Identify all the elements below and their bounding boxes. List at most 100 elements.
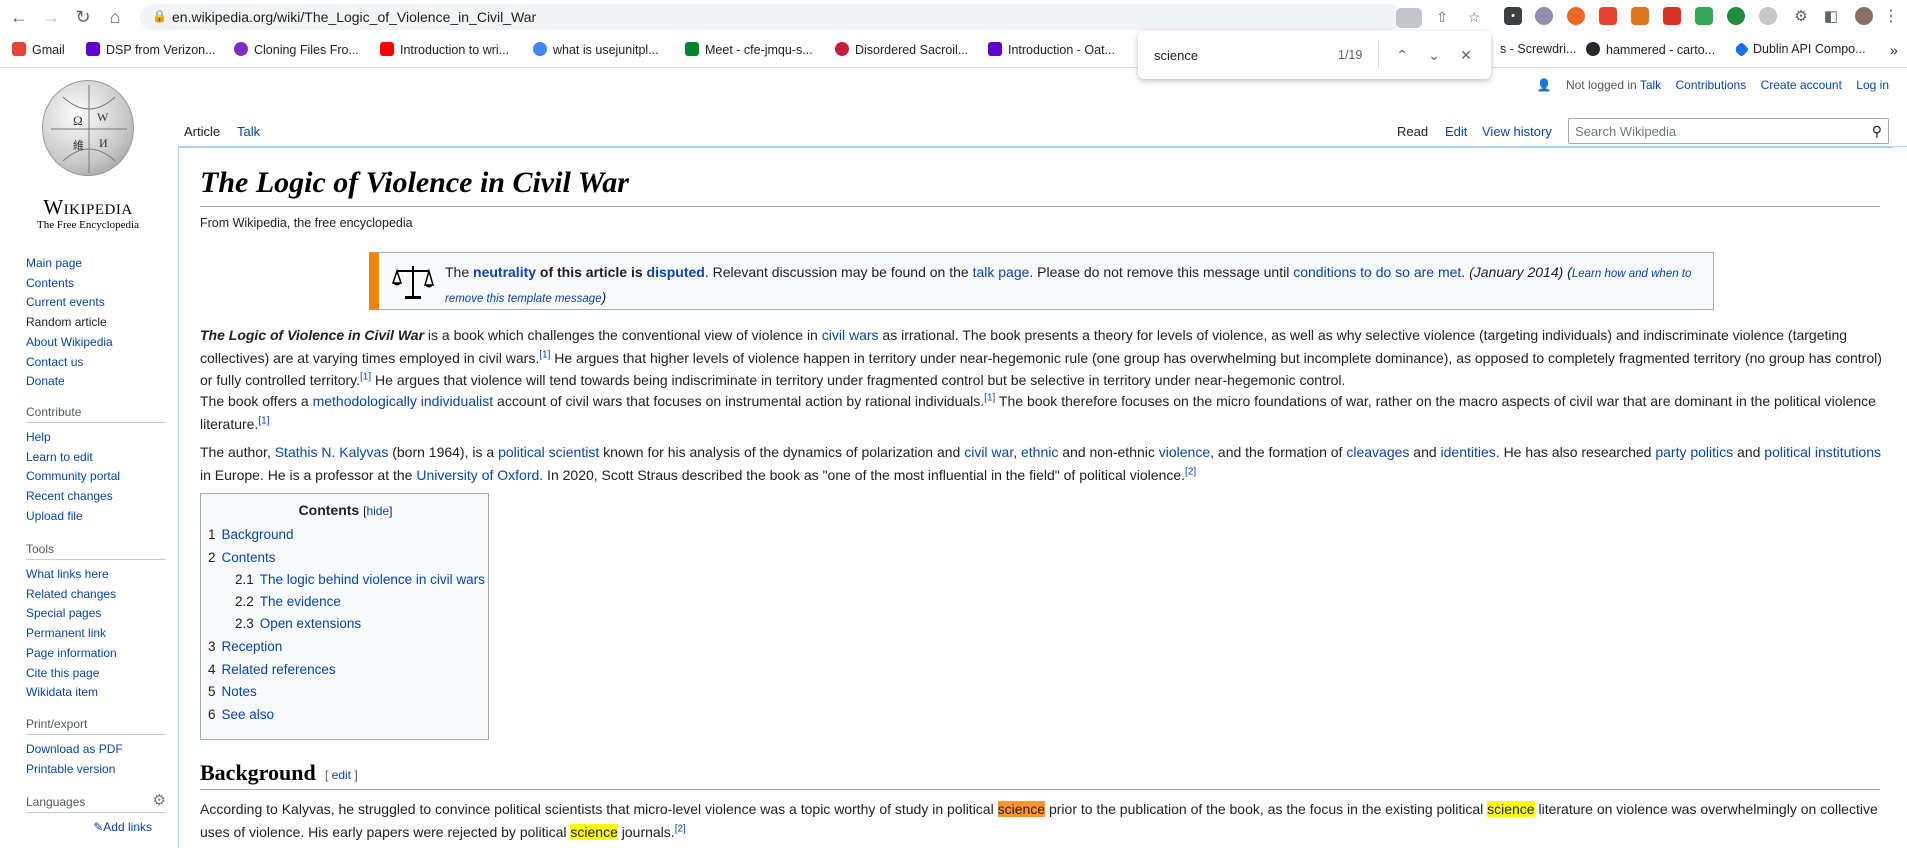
login-link[interactable]: Log in — [1856, 78, 1889, 92]
more-bookmarks-icon[interactable]: » — [1890, 42, 1898, 60]
link-cleavages[interactable]: cleavages — [1346, 444, 1409, 460]
menu-icon[interactable]: ⋮ — [1878, 4, 1904, 30]
sidebar-item-help[interactable]: Help — [26, 428, 166, 448]
disputed-link[interactable]: disputed — [647, 264, 705, 280]
sidebar-item-main-page[interactable]: Main page — [26, 254, 166, 274]
bookmark-item[interactable]: Introduction to wri... — [380, 42, 509, 60]
gear-icon[interactable]: ⚙ — [153, 791, 166, 809]
link-political-institutions[interactable]: political institutions — [1764, 444, 1881, 460]
link-kalyvas[interactable]: Stathis N. Kalyvas — [275, 444, 389, 460]
neutrality-link[interactable]: neutrality — [473, 264, 536, 280]
sidebar-item-recent-changes[interactable]: Recent changes — [26, 487, 166, 507]
sidebar-item-special-pages[interactable]: Special pages — [26, 604, 166, 624]
extension-icon[interactable] — [1759, 7, 1777, 25]
extension-icon[interactable] — [1599, 7, 1617, 25]
bookmark-item[interactable]: hammered - carto... — [1586, 42, 1715, 60]
talk-page-link[interactable]: talk page — [973, 264, 1030, 280]
link-political-scientist[interactable]: political scientist — [498, 444, 599, 460]
home-icon[interactable]: ⌂ — [102, 4, 128, 30]
toc-item[interactable]: 2 Contents — [208, 550, 276, 565]
toc-item[interactable]: 4 Related references — [208, 662, 336, 677]
tab-edit[interactable]: Edit — [1445, 124, 1467, 139]
link-ethnic[interactable]: ethnic — [1021, 444, 1058, 460]
extension-icon[interactable] — [1727, 7, 1745, 25]
sidebar-item-page-information[interactable]: Page information — [26, 644, 166, 664]
toc-hide-link[interactable]: hide — [366, 504, 389, 518]
address-bar[interactable]: 🔒 en.wikipedia.org/wiki/The_Logic_of_Vio… — [140, 4, 1480, 30]
toc-item[interactable]: 2.1 The logic behind violence in civil wa… — [235, 572, 485, 587]
chevron-up-icon[interactable]: ⌃ — [1390, 43, 1414, 67]
reload-icon[interactable]: ↻ — [70, 4, 96, 30]
forward-icon[interactable]: → — [38, 4, 64, 30]
chevron-down-icon[interactable]: ⌄ — [1422, 43, 1446, 67]
sidebar-item-download-pdf[interactable]: Download as PDF — [26, 740, 166, 760]
extension-icon[interactable] — [1663, 7, 1681, 25]
link-identities[interactable]: identities — [1441, 444, 1496, 460]
sidebar-item-about[interactable]: About Wikipedia — [26, 333, 166, 353]
search-input[interactable]: Search Wikipedia ⚲ — [1568, 118, 1889, 144]
link-civil-wars[interactable]: civil wars — [822, 327, 879, 343]
sidebar-item-related-changes[interactable]: Related changes — [26, 585, 166, 605]
avatar[interactable] — [1855, 7, 1873, 25]
sidebar-item-what-links-here[interactable]: What links here — [26, 565, 166, 585]
sidebar-item-wikidata[interactable]: Wikidata item — [26, 683, 166, 703]
puzzle-icon[interactable]: ⚙ — [1788, 4, 1814, 30]
bookmark-star-icon[interactable]: ☆ — [1464, 7, 1484, 27]
contributions-link[interactable]: Contributions — [1676, 78, 1747, 92]
link-methodological-individualist[interactable]: methodologically individualist — [313, 393, 494, 409]
create-account-link[interactable]: Create account — [1761, 78, 1842, 92]
tab-view-history[interactable]: View history — [1482, 124, 1552, 139]
extension-icon[interactable] — [1535, 7, 1553, 25]
back-icon[interactable]: ← — [6, 4, 32, 30]
talk-link[interactable]: Talk — [1640, 78, 1661, 92]
find-in-page-icon[interactable] — [1396, 8, 1422, 28]
sidebar-item-contact[interactable]: Contact us — [26, 353, 166, 373]
bookmark-item[interactable]: Gmail — [12, 42, 65, 60]
bookmark-item[interactable]: Disordered Sacroil... — [835, 42, 968, 60]
sidebar-item-permanent-link[interactable]: Permanent link — [26, 624, 166, 644]
sidebar-item-cite[interactable]: Cite this page — [26, 664, 166, 684]
metamask-icon[interactable] — [1631, 7, 1649, 25]
edit-link[interactable]: edit — [332, 768, 351, 782]
close-icon[interactable]: ✕ — [1454, 43, 1478, 67]
url-text[interactable]: en.wikipedia.org/wiki/The_Logic_of_Viole… — [172, 9, 536, 25]
bookmark-item[interactable]: Introduction - Oat... — [988, 42, 1115, 60]
sidebar-item-contents[interactable]: Contents — [26, 274, 166, 294]
toc-item[interactable]: 2.3 Open extensions — [235, 616, 361, 631]
toc-item[interactable]: 6 See also — [208, 707, 274, 722]
extension-icon[interactable] — [1567, 7, 1585, 25]
bookmark-item[interactable]: Meet - cfe-jmqu-s... — [685, 42, 813, 60]
sidebar-item-donate[interactable]: Donate — [26, 372, 166, 392]
toc-item[interactable]: 3 Reception — [208, 639, 282, 654]
toc-item[interactable]: 5 Notes — [208, 684, 257, 699]
toc-item[interactable]: 1 Background — [208, 527, 294, 542]
bookmark-item[interactable]: what is usejunitpl... — [533, 42, 659, 60]
sidepanel-icon[interactable]: ◧ — [1818, 4, 1844, 30]
extension-icon[interactable] — [1695, 7, 1713, 25]
toc-item[interactable]: 2.2 The evidence — [235, 594, 341, 609]
sidebar-item-upload-file[interactable]: Upload file — [26, 507, 166, 527]
sidebar-item-current-events[interactable]: Current events — [26, 293, 166, 313]
sidebar-item-learn-to-edit[interactable]: Learn to edit — [26, 448, 166, 468]
tab-read[interactable]: Read — [1397, 124, 1428, 139]
extension-icon[interactable]: • — [1504, 7, 1522, 25]
find-input[interactable]: science — [1154, 48, 1198, 63]
wikipedia-logo[interactable]: Ω W И 維 Wikipedia The Free Encyclopedia — [28, 80, 148, 240]
add-links-link[interactable]: ✎Add links — [26, 818, 166, 838]
bookmark-item[interactable]: Cloning Files Fro... — [234, 42, 359, 60]
bookmark-item[interactable]: Dublin API Compo... — [1736, 42, 1866, 60]
tab-talk[interactable]: Talk — [237, 124, 260, 139]
link-civil-war[interactable]: civil war — [964, 444, 1013, 460]
conditions-link[interactable]: conditions to do so are met — [1293, 264, 1461, 280]
bookmark-item[interactable]: DSP from Verizon... — [86, 42, 216, 60]
share-icon[interactable]: ⇧ — [1432, 7, 1452, 27]
link-oxford[interactable]: University of Oxford — [416, 467, 539, 483]
link-party-politics[interactable]: party politics — [1655, 444, 1733, 460]
sidebar-item-printable[interactable]: Printable version — [26, 760, 166, 780]
sidebar-item-community-portal[interactable]: Community portal — [26, 467, 166, 487]
bookmark-item[interactable]: s - Screwdri... — [1500, 42, 1576, 60]
search-icon[interactable]: ⚲ — [1872, 123, 1882, 140]
link-violence[interactable]: violence — [1159, 444, 1210, 460]
sidebar-item-random-article[interactable]: Random article — [26, 313, 166, 333]
tab-article[interactable]: Article — [184, 124, 220, 139]
